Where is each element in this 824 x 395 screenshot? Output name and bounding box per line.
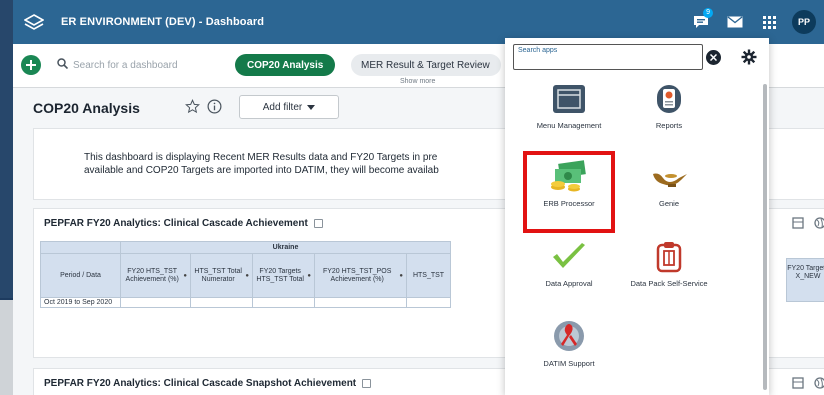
globe-icon[interactable] xyxy=(814,217,824,229)
open-external-icon[interactable] xyxy=(362,379,372,388)
add-filter-label: Add filter xyxy=(262,101,303,113)
message-count-badge: 9 xyxy=(703,8,713,18)
table-cell xyxy=(190,297,253,308)
info-icon[interactable] xyxy=(207,99,222,114)
dashboard-chip-cop20[interactable]: COP20 Analysis xyxy=(235,54,336,76)
column-header[interactable]: FY20 HTS_TST Achievement (%) ● xyxy=(120,253,191,298)
profile-avatar[interactable]: PP xyxy=(792,10,816,34)
app-tile-datim-support[interactable]: DATIM Support xyxy=(523,320,615,368)
search-icon xyxy=(57,58,68,69)
text-item-body: This dashboard is displaying Recent MER … xyxy=(84,152,439,176)
column-header[interactable]: FY20 HTS_TST_POS Achievement (%) ● xyxy=(314,253,407,298)
app-tile-genie[interactable]: Genie xyxy=(623,160,715,208)
app-title: ER ENVIRONMENT (DEV) - Dashboard xyxy=(61,16,265,28)
star-icon[interactable] xyxy=(185,99,200,114)
add-dashboard-button[interactable] xyxy=(21,55,41,75)
erb-processor-highlight xyxy=(523,151,615,233)
card-title: PEPFAR FY20 Analytics: Clinical Cascade … xyxy=(44,378,372,389)
dashboard-search-input[interactable] xyxy=(73,54,218,76)
plus-icon xyxy=(26,60,36,70)
apps-menu: Search apps Menu Management Reports ERB … xyxy=(505,38,769,395)
clear-search-button[interactable] xyxy=(706,50,721,65)
table-row-label: Oct 2019 to Sep 2020 xyxy=(40,297,121,308)
table-cell xyxy=(252,297,315,308)
column-header[interactable]: HTS_TST xyxy=(406,253,451,298)
data-pack-icon xyxy=(647,240,691,274)
apps-search-input[interactable] xyxy=(518,57,698,69)
card-actions xyxy=(792,217,824,229)
dhis2-logo-icon[interactable] xyxy=(23,11,45,33)
column-header[interactable]: HTS_TST Total Numerator ● xyxy=(190,253,253,298)
mail-icon xyxy=(727,16,743,28)
table-cell xyxy=(406,297,451,308)
card-actions xyxy=(792,377,824,389)
card-title-text: PEPFAR FY20 Analytics: Clinical Cascade … xyxy=(44,378,357,389)
frame-bottom-left xyxy=(0,300,13,395)
dashboard-chip-mer[interactable]: MER Result & Target Review xyxy=(351,54,501,76)
app-window: ER ENVIRONMENT (DEV) - Dashboard 9 PP Se… xyxy=(13,0,824,395)
app-tile-data-pack-self-service[interactable]: Data Pack Self-Service xyxy=(623,240,715,288)
gear-icon[interactable] xyxy=(741,49,757,65)
column-header[interactable]: FY20 Targets HTS_TST Total ● xyxy=(252,253,315,298)
apps-search-field[interactable]: Search apps xyxy=(513,44,703,70)
card-title-text: PEPFAR FY20 Analytics: Clinical Cascade … xyxy=(44,218,308,229)
table-group-header: Ukraine xyxy=(120,241,451,254)
table-view-icon[interactable] xyxy=(792,377,804,389)
close-icon xyxy=(710,54,717,61)
support-ribbon-icon xyxy=(547,320,591,354)
show-more-link[interactable]: Show more xyxy=(400,78,435,85)
genie-lamp-icon xyxy=(647,160,691,194)
app-tile-menu-management[interactable]: Menu Management xyxy=(523,82,615,130)
card-title: PEPFAR FY20 Analytics: Clinical Cascade … xyxy=(44,218,323,229)
caret-down-icon xyxy=(307,104,316,110)
add-filter-button[interactable]: Add filter xyxy=(239,95,339,119)
app-tile-reports[interactable]: Reports xyxy=(623,82,715,130)
table-corner xyxy=(40,241,121,254)
menu-management-icon xyxy=(547,82,591,116)
pivot-table: Ukraine Period / Data FY20 HTS_TST Achie… xyxy=(40,241,451,308)
table-cell xyxy=(314,297,407,308)
apps-scrollbar[interactable] xyxy=(763,84,767,390)
reports-icon xyxy=(647,82,691,116)
dashboard-title: COP20 Analysis xyxy=(33,100,140,116)
apps-search-label: Search apps xyxy=(518,47,558,54)
table-view-icon[interactable] xyxy=(792,217,804,229)
checkmark-icon xyxy=(547,240,591,274)
right-column-header[interactable]: FY20 Targets X_NEW xyxy=(786,258,824,302)
app-tile-data-approval[interactable]: Data Approval xyxy=(523,240,615,288)
apps-grid-icon xyxy=(762,15,776,29)
globe-icon[interactable] xyxy=(814,377,824,389)
frame-left-strip xyxy=(0,0,13,300)
column-header[interactable]: Period / Data xyxy=(40,253,121,298)
table-cell xyxy=(120,297,191,308)
open-external-icon[interactable] xyxy=(313,219,323,228)
